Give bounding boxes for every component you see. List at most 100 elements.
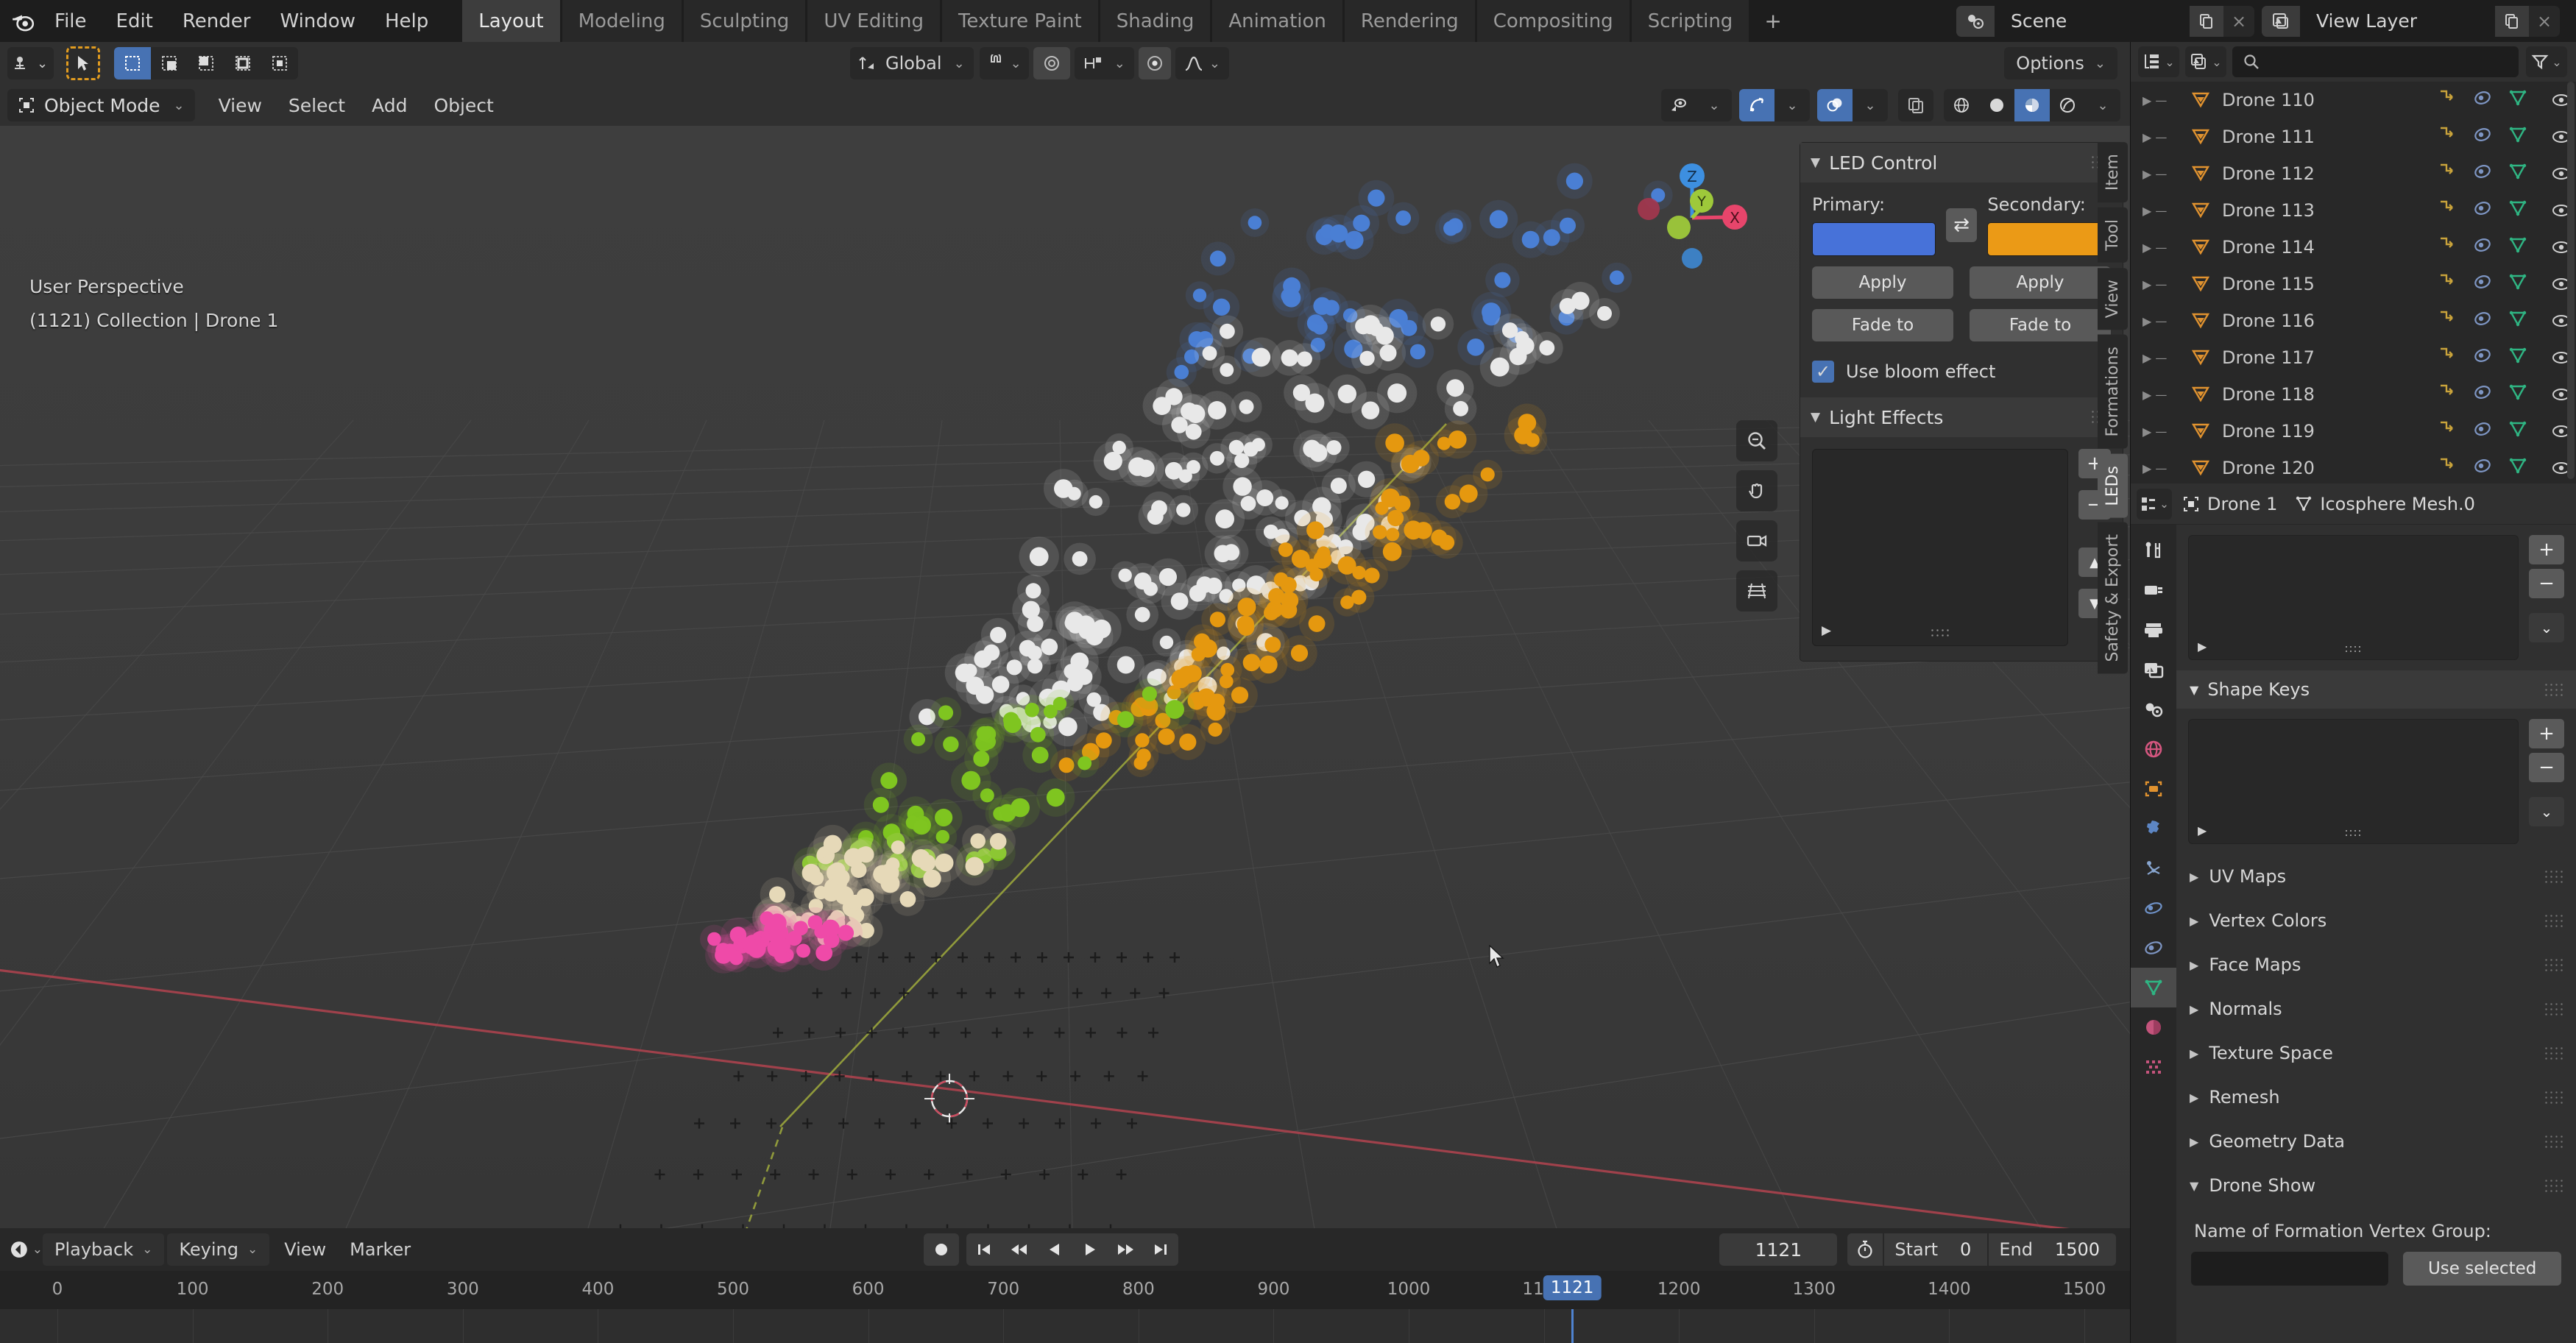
tool-tab[interactable] xyxy=(2131,531,2176,570)
material-icon[interactable] xyxy=(2473,347,2492,369)
playhead-frame-label[interactable]: 1121 xyxy=(1543,1275,1602,1300)
object-tab[interactable] xyxy=(2131,769,2176,809)
shading-wireframe-icon[interactable] xyxy=(1944,89,1979,121)
material-tab[interactable] xyxy=(2131,1007,2176,1047)
workspace-tab-rendering[interactable]: Rendering xyxy=(1344,0,1475,42)
material-icon[interactable] xyxy=(2473,420,2492,442)
secondary-apply-button[interactable]: Apply xyxy=(1970,266,2111,299)
mesh-data-icon[interactable] xyxy=(2508,126,2527,148)
workspace-tab-compositing[interactable]: Compositing xyxy=(1476,0,1630,42)
view-layer-selector[interactable]: View Layer × xyxy=(2262,5,2560,37)
viewport-options-button[interactable]: Options ⌄ xyxy=(2004,47,2117,79)
select-invert-icon[interactable] xyxy=(224,47,261,79)
modifier-icon[interactable] xyxy=(2438,199,2457,222)
outliner-row[interactable]: ▶ — Drone 119 xyxy=(2131,413,2576,450)
outliner-row[interactable]: ▶ — Drone 118 xyxy=(2131,376,2576,413)
accordion-remesh[interactable]: ▶ Remesh xyxy=(2176,1075,2576,1119)
menu-render[interactable]: Render xyxy=(168,4,266,38)
world-tab[interactable] xyxy=(2131,729,2176,769)
constraints-tab[interactable] xyxy=(2131,928,2176,968)
overlays-icon[interactable] xyxy=(1817,89,1853,121)
outliner-display-mode-icon[interactable]: ⌄ xyxy=(2138,46,2179,77)
accordion-normals[interactable]: ▶ Normals xyxy=(2176,987,2576,1031)
formation-vertex-group-input[interactable] xyxy=(2191,1252,2389,1286)
shading-chevron-icon[interactable]: ⌄ xyxy=(2085,89,2120,121)
tab-view[interactable]: View xyxy=(2098,267,2128,330)
mesh-data-icon[interactable] xyxy=(2508,163,2527,185)
workspace-tab-layout[interactable]: Layout xyxy=(462,0,560,42)
mesh-data-icon[interactable] xyxy=(2508,236,2527,258)
material-icon[interactable] xyxy=(2473,199,2492,222)
auto-keying-icon[interactable] xyxy=(924,1233,959,1266)
navigation-gizmo[interactable]: Z Y X xyxy=(1624,148,1757,280)
accordion-face-maps[interactable]: ▶ Face Maps xyxy=(2176,943,2576,987)
close-view-layer-icon[interactable]: × xyxy=(2529,6,2560,37)
material-icon[interactable] xyxy=(2473,383,2492,405)
falloff-curve-icon[interactable]: ⌄ xyxy=(1175,47,1229,79)
new-view-layer-icon[interactable] xyxy=(2495,5,2529,37)
modifier-icon[interactable] xyxy=(2438,310,2457,332)
secondary-fade-to-button[interactable]: Fade to xyxy=(1970,309,2111,341)
expand-triangle-icon[interactable]: ▶ — xyxy=(2142,388,2187,402)
end-frame-value[interactable]: 1500 xyxy=(2033,1239,2116,1260)
viewport-menu-select[interactable]: Select xyxy=(275,89,358,121)
outliner-row[interactable]: ▶ — Drone 113 xyxy=(2131,192,2576,229)
select-subtract-icon[interactable] xyxy=(188,47,224,79)
select-extend-icon[interactable] xyxy=(151,47,188,79)
mesh-data-icon[interactable] xyxy=(2508,383,2527,405)
tab-item[interactable]: Item xyxy=(2098,142,2128,203)
led-control-panel-header[interactable]: ▼ LED Control xyxy=(1800,143,2123,183)
expand-triangle-icon[interactable]: ▶ — xyxy=(2142,351,2187,365)
accordion-geometry-data[interactable]: ▶ Geometry Data xyxy=(2176,1119,2576,1163)
proportional-size-icon[interactable]: ⌄ xyxy=(1074,47,1134,79)
transform-orientation-selector[interactable]: Global ⌄ xyxy=(850,47,974,79)
interaction-mode-selector[interactable]: Object Mode ⌄ xyxy=(7,89,195,121)
outliner-row[interactable]: ▶ — Drone 110 xyxy=(2131,82,2576,118)
swap-arrows-icon[interactable]: ⇄ xyxy=(1945,208,1978,242)
modifier-icon[interactable] xyxy=(2438,126,2457,148)
modifier-icon[interactable] xyxy=(2438,383,2457,405)
accordion-texture-space[interactable]: ▶ Texture Space xyxy=(2176,1031,2576,1075)
shape-keys-menu-button[interactable]: ⌄ xyxy=(2529,797,2564,826)
secondary-color-swatch[interactable] xyxy=(1987,222,2112,256)
3d-viewport[interactable]: User Perspective (1121) Collection | Dro… xyxy=(0,126,2131,1228)
tab-formations[interactable]: Formations xyxy=(2098,335,2128,449)
add-vertex-group-button[interactable]: + xyxy=(2529,535,2564,564)
modifier-icon[interactable] xyxy=(2438,347,2457,369)
current-frame-field[interactable]: 1121 xyxy=(1719,1233,1838,1266)
timer-icon[interactable] xyxy=(1847,1240,1883,1259)
shading-material-preview-icon[interactable] xyxy=(2014,89,2050,121)
timeline-editor-icon[interactable]: ⌄ xyxy=(9,1233,43,1266)
visibility-chevron-icon[interactable]: ⌄ xyxy=(1696,89,1732,121)
particles-tab[interactable] xyxy=(2131,848,2176,888)
material-icon[interactable] xyxy=(2473,236,2492,258)
shading-rendered-icon[interactable] xyxy=(2050,89,2085,121)
outliner-row[interactable]: ▶ — Drone 111 xyxy=(2131,118,2576,155)
material-icon[interactable] xyxy=(2473,273,2492,295)
timeline-menu-playback[interactable]: Playback ⌄ xyxy=(43,1233,165,1266)
output-tab[interactable] xyxy=(2131,610,2176,650)
accordion-uv-maps[interactable]: ▶ UV Maps xyxy=(2176,854,2576,899)
list-resize-grip[interactable] xyxy=(2343,829,2363,837)
modifier-icon[interactable] xyxy=(2438,163,2457,185)
scene-selector[interactable]: Scene × xyxy=(1956,5,2254,37)
viewport-menu-object[interactable]: Object xyxy=(420,89,506,121)
mesh-data-icon[interactable] xyxy=(2508,199,2527,222)
render-tab[interactable] xyxy=(2131,570,2176,610)
tab-safety-export[interactable]: Safety & Export xyxy=(2098,522,2128,674)
workspace-tab-sculpting[interactable]: Sculpting xyxy=(683,0,806,42)
modifier-icon[interactable] xyxy=(2438,236,2457,258)
primary-apply-button[interactable]: Apply xyxy=(1812,266,1953,299)
workspace-tab-scripting[interactable]: Scripting xyxy=(1631,0,1749,42)
use-bloom-checkbox[interactable]: ✓ xyxy=(1812,361,1834,383)
outliner-row[interactable]: ▶ — Drone 112 xyxy=(2131,155,2576,192)
list-resize-grip[interactable] xyxy=(2343,645,2363,653)
toggle-ortho-icon[interactable] xyxy=(1736,570,1777,612)
expand-triangle-icon[interactable]: ▶ — xyxy=(2142,167,2187,181)
material-icon[interactable] xyxy=(2473,457,2492,479)
material-icon[interactable] xyxy=(2473,163,2492,185)
tab-leds[interactable]: LEDs xyxy=(2098,453,2128,518)
outliner-row[interactable]: ▶ — Drone 115 xyxy=(2131,266,2576,302)
mesh-data-icon[interactable] xyxy=(2508,89,2527,111)
play-icon[interactable] xyxy=(1072,1233,1108,1266)
